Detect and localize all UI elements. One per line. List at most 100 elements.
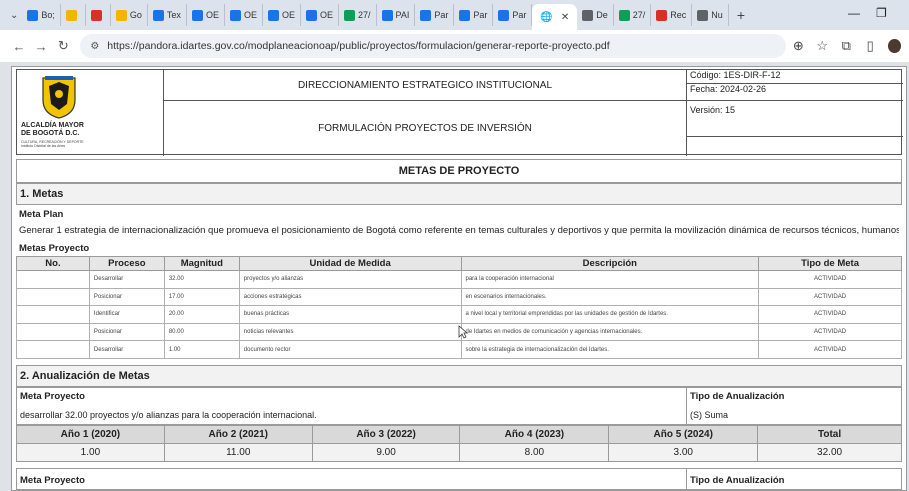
profile-avatar[interactable]: [888, 39, 902, 53]
meta-proyecto-2-cell: Meta Proyecto: [17, 469, 687, 490]
favicon-icon: [90, 9, 102, 21]
mouse-cursor-icon: [458, 325, 468, 339]
tab-active-pdf[interactable]: 🌐 ✕: [532, 4, 578, 30]
tab-after-0[interactable]: De: [577, 4, 614, 26]
year-header: Año 1 (2020): [16, 425, 165, 444]
favicon-icon: [27, 9, 39, 21]
cell-proceso: Desarrollar: [88, 270, 165, 289]
minimize-icon[interactable]: —: [848, 6, 860, 20]
address-bar[interactable]: ⚙ https://pandora.idartes.gov.co/modplan…: [80, 34, 787, 58]
favicon-icon: [618, 9, 630, 21]
favicon-icon: [191, 9, 203, 21]
empty-cell: [687, 137, 903, 156]
header-title-1: DIRECCIONAMIENTO ESTRATEGICO INSTITUCION…: [164, 70, 687, 101]
tab-search-chevron-icon[interactable]: ⌄: [6, 10, 22, 21]
org-name-line2: DE BOGOTÁ D.C.: [21, 130, 80, 137]
favicon-icon: [459, 9, 471, 21]
tab-label: Par: [473, 10, 488, 20]
tab-7[interactable]: OE: [263, 4, 301, 26]
year-header: Año 5 (2024): [608, 425, 759, 444]
cell-tipo: ACTIVIDAD: [758, 340, 902, 359]
tab-10[interactable]: PAI: [377, 4, 416, 26]
tab-9[interactable]: 27/: [339, 4, 377, 26]
cell-unidad: buenas prácticas: [238, 305, 462, 324]
favicon-icon: [498, 9, 510, 21]
cell-tipo: ACTIVIDAD: [758, 305, 902, 324]
anualizacion-table: Año 1 (2020) Año 2 (2021) Año 3 (2022) Año …: [16, 425, 902, 462]
table-row: Posicionar 17.00 acciones estratégicas en e…: [16, 287, 902, 307]
tab-label: De: [596, 10, 608, 20]
year-value: 1.00: [16, 443, 165, 462]
cell-unidad: noticias relevantes: [238, 322, 462, 342]
reload-icon[interactable]: ↻: [52, 38, 74, 54]
metas-proyecto-label: Metas Proyecto: [19, 243, 90, 254]
tab-strip: ⌄ Bo; Go Tex OE OE OE OE 27/PAI Par Par Par 🌐 ✕ De…: [0, 0, 909, 30]
cell-proceso: Desarrollar: [88, 340, 165, 359]
close-tab-icon[interactable]: ✕: [561, 12, 569, 23]
tab-list: Bo; Go Tex OE OE OE OE 27/PAI Par Par Par: [22, 4, 533, 26]
tab-8[interactable]: OE: [301, 4, 339, 26]
cell-proceso: Posicionar: [88, 287, 165, 307]
tab-label: Go: [129, 10, 142, 20]
url-text: https://pandora.idartes.gov.co/modplanea…: [107, 40, 610, 52]
globe-icon: 🌐: [540, 11, 553, 23]
forward-arrow-icon[interactable]: →: [30, 39, 52, 54]
cell-magnitud: 1.00: [163, 340, 240, 359]
tab-0[interactable]: Bo;: [22, 4, 61, 26]
cell-magnitud: 80.00: [163, 322, 240, 342]
tab-label: Tex: [166, 10, 181, 20]
tab-label: PAI: [395, 10, 410, 20]
tab-11[interactable]: Par: [415, 4, 455, 26]
tab-label: Bo;: [41, 10, 55, 20]
pdf-page: ALCALDÍA MAYOR DE BOGOTÁ D.C. CULTURA, R…: [11, 66, 907, 491]
anualizacion-values: 1.00 11.00 9.00 8.00 3.00 32.00: [16, 443, 902, 462]
tab-2[interactable]: [86, 4, 111, 26]
tab-label: Par: [512, 10, 527, 20]
cell-unidad: proyectos y/o alianzas: [238, 270, 462, 289]
tab-4[interactable]: Tex: [148, 4, 187, 26]
year-header: Total: [757, 425, 902, 444]
back-arrow-icon[interactable]: ←: [8, 39, 30, 54]
tab-12[interactable]: Par: [454, 4, 494, 26]
tipo-anualizacion-2-label: Tipo de Anualización: [690, 475, 785, 486]
column-header: Tipo de Meta: [758, 256, 902, 271]
tab-13[interactable]: Par: [493, 4, 533, 26]
org-sub-line2: Instituto Distrital de las Artes: [21, 144, 66, 148]
bookmark-star-icon[interactable]: ☆: [810, 38, 834, 54]
cell-unidad: acciones estratégicas: [238, 287, 462, 307]
document-header: ALCALDÍA MAYOR DE BOGOTÁ D.C. CULTURA, R…: [16, 69, 903, 156]
browser-toolbar: ← → ↻ ⚙ https://pandora.idartes.gov.co/m…: [0, 30, 909, 62]
tab-6[interactable]: OE: [225, 4, 263, 26]
section-2-heading: 2. Anualización de Metas: [16, 365, 902, 387]
year-value: 8.00: [459, 443, 610, 462]
zoom-icon[interactable]: ⊕: [786, 38, 810, 54]
cell-no: [16, 322, 90, 342]
bogota-crest-icon: [42, 76, 76, 119]
meta-proyecto-cell: Meta Proyecto desarrollar 32.00 proyecto…: [17, 388, 687, 426]
restore-icon[interactable]: ❐: [876, 6, 887, 20]
new-tab-button[interactable]: +: [729, 7, 753, 23]
favicon-icon: [344, 9, 355, 21]
column-header: No.: [16, 256, 90, 271]
tab-after-1[interactable]: 27/: [614, 4, 652, 26]
tab-list-after: De 27/Rec Nu: [577, 4, 729, 26]
logo-cell: ALCALDÍA MAYOR DE BOGOTÁ D.C. CULTURA, R…: [17, 70, 164, 156]
tab-1[interactable]: [61, 4, 86, 26]
extensions-icon[interactable]: ⧉: [834, 38, 858, 54]
version-cell: Versión: 15: [687, 101, 903, 137]
tab-3[interactable]: Go: [111, 4, 148, 26]
anualizacion-info: Meta Proyecto desarrollar 32.00 proyecto…: [16, 387, 902, 426]
section-1-heading: 1. Metas: [16, 183, 902, 205]
year-value: 9.00: [311, 443, 461, 462]
year-value: 3.00: [608, 443, 759, 462]
tab-5[interactable]: OE: [187, 4, 225, 26]
table-row: Desarrollar 1.00 documento rector sobre la …: [16, 340, 902, 359]
org-subtitle: CULTURA, RECREACIÓN Y DEPORTE Instituto …: [21, 140, 159, 148]
year-header: Año 4 (2023): [459, 425, 610, 444]
tab-after-3[interactable]: Nu: [692, 4, 729, 26]
sidepanel-icon[interactable]: ▯: [858, 38, 882, 54]
cell-descripcion: a nivel local y territorial emprendidas …: [460, 305, 760, 324]
tab-after-2[interactable]: Rec: [651, 4, 693, 26]
year-header: Año 2 (2021): [163, 425, 313, 444]
site-info-icon[interactable]: ⚙: [90, 41, 99, 52]
